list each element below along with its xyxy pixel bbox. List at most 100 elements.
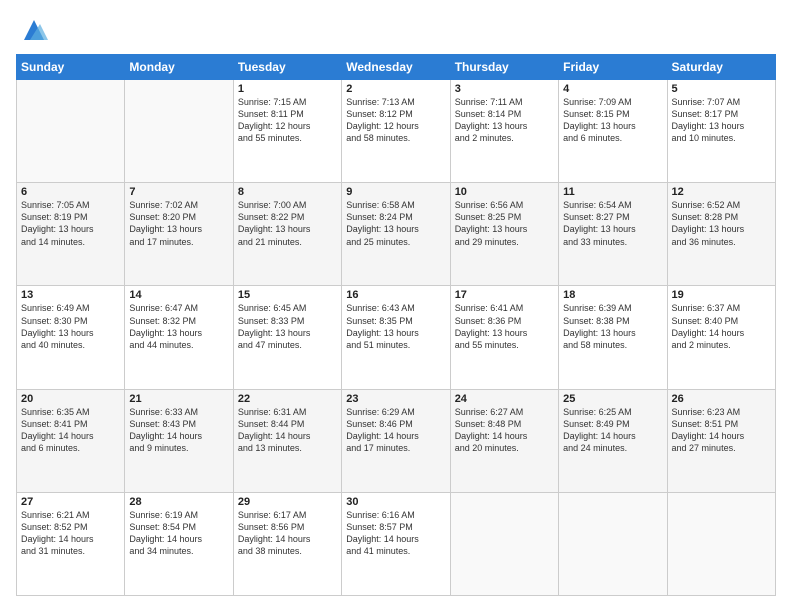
calendar-cell: 6Sunrise: 7:05 AM Sunset: 8:19 PM Daylig… xyxy=(17,183,125,286)
calendar-cell: 14Sunrise: 6:47 AM Sunset: 8:32 PM Dayli… xyxy=(125,286,233,389)
calendar-cell: 18Sunrise: 6:39 AM Sunset: 8:38 PM Dayli… xyxy=(559,286,667,389)
calendar-cell: 13Sunrise: 6:49 AM Sunset: 8:30 PM Dayli… xyxy=(17,286,125,389)
day-number: 6 xyxy=(21,186,120,198)
day-info: Sunrise: 6:33 AM Sunset: 8:43 PM Dayligh… xyxy=(129,406,228,455)
weekday-header-saturday: Saturday xyxy=(667,55,775,80)
calendar-cell: 17Sunrise: 6:41 AM Sunset: 8:36 PM Dayli… xyxy=(450,286,558,389)
day-number: 9 xyxy=(346,186,445,198)
day-number: 14 xyxy=(129,289,228,301)
day-info: Sunrise: 7:02 AM Sunset: 8:20 PM Dayligh… xyxy=(129,199,228,248)
calendar-cell: 23Sunrise: 6:29 AM Sunset: 8:46 PM Dayli… xyxy=(342,389,450,492)
day-info: Sunrise: 6:29 AM Sunset: 8:46 PM Dayligh… xyxy=(346,406,445,455)
calendar-cell xyxy=(667,492,775,595)
day-info: Sunrise: 6:45 AM Sunset: 8:33 PM Dayligh… xyxy=(238,302,337,351)
day-info: Sunrise: 6:21 AM Sunset: 8:52 PM Dayligh… xyxy=(21,509,120,558)
calendar-week-4: 20Sunrise: 6:35 AM Sunset: 8:41 PM Dayli… xyxy=(17,389,776,492)
day-info: Sunrise: 6:25 AM Sunset: 8:49 PM Dayligh… xyxy=(563,406,662,455)
day-number: 27 xyxy=(21,496,120,508)
weekday-header-monday: Monday xyxy=(125,55,233,80)
calendar-cell: 28Sunrise: 6:19 AM Sunset: 8:54 PM Dayli… xyxy=(125,492,233,595)
day-number: 2 xyxy=(346,83,445,95)
calendar-cell: 25Sunrise: 6:25 AM Sunset: 8:49 PM Dayli… xyxy=(559,389,667,492)
calendar-cell: 19Sunrise: 6:37 AM Sunset: 8:40 PM Dayli… xyxy=(667,286,775,389)
calendar-cell: 10Sunrise: 6:56 AM Sunset: 8:25 PM Dayli… xyxy=(450,183,558,286)
day-number: 13 xyxy=(21,289,120,301)
day-number: 10 xyxy=(455,186,554,198)
day-number: 24 xyxy=(455,393,554,405)
calendar-table: SundayMondayTuesdayWednesdayThursdayFrid… xyxy=(16,54,776,596)
weekday-header-sunday: Sunday xyxy=(17,55,125,80)
calendar-cell xyxy=(559,492,667,595)
day-number: 4 xyxy=(563,83,662,95)
calendar-cell: 21Sunrise: 6:33 AM Sunset: 8:43 PM Dayli… xyxy=(125,389,233,492)
day-number: 21 xyxy=(129,393,228,405)
day-info: Sunrise: 6:31 AM Sunset: 8:44 PM Dayligh… xyxy=(238,406,337,455)
day-info: Sunrise: 7:11 AM Sunset: 8:14 PM Dayligh… xyxy=(455,96,554,145)
day-number: 19 xyxy=(672,289,771,301)
calendar-cell: 29Sunrise: 6:17 AM Sunset: 8:56 PM Dayli… xyxy=(233,492,341,595)
day-info: Sunrise: 6:17 AM Sunset: 8:56 PM Dayligh… xyxy=(238,509,337,558)
calendar-cell: 7Sunrise: 7:02 AM Sunset: 8:20 PM Daylig… xyxy=(125,183,233,286)
day-info: Sunrise: 7:05 AM Sunset: 8:19 PM Dayligh… xyxy=(21,199,120,248)
calendar-cell: 5Sunrise: 7:07 AM Sunset: 8:17 PM Daylig… xyxy=(667,80,775,183)
calendar-cell: 8Sunrise: 7:00 AM Sunset: 8:22 PM Daylig… xyxy=(233,183,341,286)
day-number: 26 xyxy=(672,393,771,405)
calendar-cell xyxy=(450,492,558,595)
day-info: Sunrise: 6:37 AM Sunset: 8:40 PM Dayligh… xyxy=(672,302,771,351)
calendar-week-5: 27Sunrise: 6:21 AM Sunset: 8:52 PM Dayli… xyxy=(17,492,776,595)
day-number: 25 xyxy=(563,393,662,405)
day-info: Sunrise: 6:58 AM Sunset: 8:24 PM Dayligh… xyxy=(346,199,445,248)
day-number: 18 xyxy=(563,289,662,301)
day-number: 8 xyxy=(238,186,337,198)
calendar-week-3: 13Sunrise: 6:49 AM Sunset: 8:30 PM Dayli… xyxy=(17,286,776,389)
logo xyxy=(16,16,48,44)
weekday-header-wednesday: Wednesday xyxy=(342,55,450,80)
day-info: Sunrise: 6:23 AM Sunset: 8:51 PM Dayligh… xyxy=(672,406,771,455)
day-number: 15 xyxy=(238,289,337,301)
day-info: Sunrise: 6:19 AM Sunset: 8:54 PM Dayligh… xyxy=(129,509,228,558)
day-number: 11 xyxy=(563,186,662,198)
day-number: 12 xyxy=(672,186,771,198)
calendar-cell: 20Sunrise: 6:35 AM Sunset: 8:41 PM Dayli… xyxy=(17,389,125,492)
day-number: 1 xyxy=(238,83,337,95)
day-number: 29 xyxy=(238,496,337,508)
day-info: Sunrise: 6:35 AM Sunset: 8:41 PM Dayligh… xyxy=(21,406,120,455)
calendar-cell xyxy=(125,80,233,183)
day-info: Sunrise: 6:52 AM Sunset: 8:28 PM Dayligh… xyxy=(672,199,771,248)
calendar-cell: 22Sunrise: 6:31 AM Sunset: 8:44 PM Dayli… xyxy=(233,389,341,492)
day-info: Sunrise: 6:27 AM Sunset: 8:48 PM Dayligh… xyxy=(455,406,554,455)
day-info: Sunrise: 6:43 AM Sunset: 8:35 PM Dayligh… xyxy=(346,302,445,351)
calendar-cell xyxy=(17,80,125,183)
day-info: Sunrise: 6:54 AM Sunset: 8:27 PM Dayligh… xyxy=(563,199,662,248)
day-number: 23 xyxy=(346,393,445,405)
day-number: 20 xyxy=(21,393,120,405)
day-number: 7 xyxy=(129,186,228,198)
day-info: Sunrise: 6:39 AM Sunset: 8:38 PM Dayligh… xyxy=(563,302,662,351)
weekday-header-tuesday: Tuesday xyxy=(233,55,341,80)
day-info: Sunrise: 6:16 AM Sunset: 8:57 PM Dayligh… xyxy=(346,509,445,558)
header xyxy=(16,16,776,44)
page: SundayMondayTuesdayWednesdayThursdayFrid… xyxy=(0,0,792,612)
calendar-cell: 26Sunrise: 6:23 AM Sunset: 8:51 PM Dayli… xyxy=(667,389,775,492)
calendar-cell: 3Sunrise: 7:11 AM Sunset: 8:14 PM Daylig… xyxy=(450,80,558,183)
calendar-cell: 24Sunrise: 6:27 AM Sunset: 8:48 PM Dayli… xyxy=(450,389,558,492)
calendar-week-2: 6Sunrise: 7:05 AM Sunset: 8:19 PM Daylig… xyxy=(17,183,776,286)
calendar-cell: 12Sunrise: 6:52 AM Sunset: 8:28 PM Dayli… xyxy=(667,183,775,286)
calendar-week-1: 1Sunrise: 7:15 AM Sunset: 8:11 PM Daylig… xyxy=(17,80,776,183)
logo-icon xyxy=(20,16,48,44)
day-number: 5 xyxy=(672,83,771,95)
day-number: 17 xyxy=(455,289,554,301)
day-info: Sunrise: 7:15 AM Sunset: 8:11 PM Dayligh… xyxy=(238,96,337,145)
day-info: Sunrise: 7:13 AM Sunset: 8:12 PM Dayligh… xyxy=(346,96,445,145)
day-number: 28 xyxy=(129,496,228,508)
day-info: Sunrise: 6:47 AM Sunset: 8:32 PM Dayligh… xyxy=(129,302,228,351)
day-number: 22 xyxy=(238,393,337,405)
day-number: 3 xyxy=(455,83,554,95)
day-info: Sunrise: 7:00 AM Sunset: 8:22 PM Dayligh… xyxy=(238,199,337,248)
calendar-cell: 30Sunrise: 6:16 AM Sunset: 8:57 PM Dayli… xyxy=(342,492,450,595)
day-info: Sunrise: 6:41 AM Sunset: 8:36 PM Dayligh… xyxy=(455,302,554,351)
calendar-cell: 1Sunrise: 7:15 AM Sunset: 8:11 PM Daylig… xyxy=(233,80,341,183)
calendar-cell: 16Sunrise: 6:43 AM Sunset: 8:35 PM Dayli… xyxy=(342,286,450,389)
day-info: Sunrise: 7:07 AM Sunset: 8:17 PM Dayligh… xyxy=(672,96,771,145)
weekday-header-friday: Friday xyxy=(559,55,667,80)
